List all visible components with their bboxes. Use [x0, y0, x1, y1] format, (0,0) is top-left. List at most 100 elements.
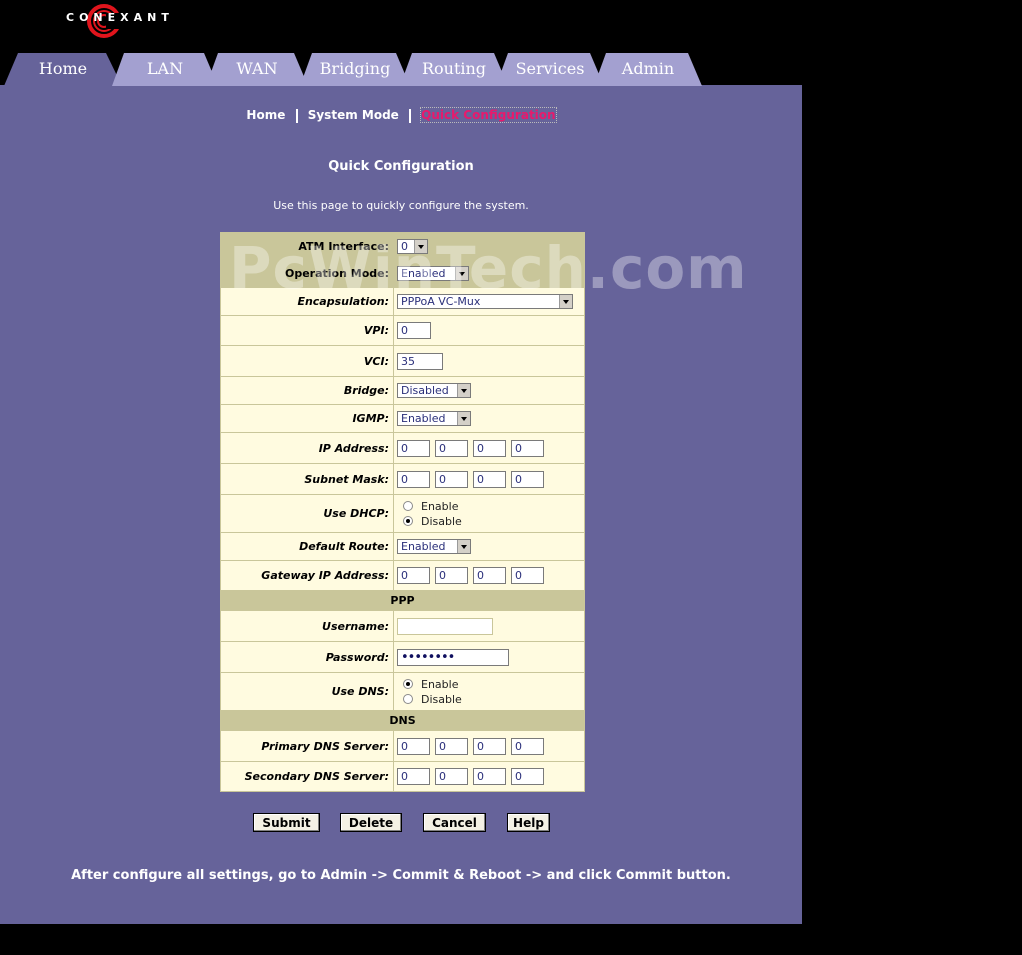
primary-dns-octet-1[interactable]: 0: [397, 737, 430, 755]
ip-address-octet-4[interactable]: 0: [511, 439, 544, 457]
submit-button[interactable]: Submit: [253, 813, 320, 832]
encapsulation-select[interactable]: PPPoA VC-Mux: [397, 294, 573, 309]
tab-admin[interactable]: Admin: [594, 53, 702, 86]
cancel-button[interactable]: Cancel: [423, 813, 486, 832]
subnet-mask-octet-4[interactable]: 0: [511, 470, 544, 488]
radio-button[interactable]: [403, 501, 413, 511]
page-title: Quick Configuration: [328, 159, 474, 174]
tab-admin-label: Admin: [621, 59, 675, 78]
atm-interface-value: 0: [401, 239, 408, 253]
username-cell: [394, 611, 584, 641]
help-button[interactable]: Help: [507, 813, 550, 832]
vci-input[interactable]: 35: [397, 352, 443, 370]
radio-button-selected[interactable]: [403, 679, 413, 689]
dns-section-header: DNS: [221, 711, 584, 731]
password-label: Password:: [221, 642, 394, 672]
vpi-input[interactable]: 0: [397, 322, 431, 339]
encapsulation-value: PPPoA VC-Mux: [401, 295, 481, 308]
chevron-down-icon: [414, 239, 427, 253]
gateway-ip-octet-3[interactable]: 0: [473, 567, 506, 584]
primary-dns-octet-2[interactable]: 0: [435, 737, 468, 755]
operation-mode-label: Operation Mode:: [221, 260, 394, 287]
row-encapsulation: Encapsulation: PPPoA VC-Mux: [221, 288, 584, 316]
row-password: Password: ••••••••: [221, 642, 584, 673]
secondary-dns-cell: 0 0 0 0: [394, 762, 584, 791]
chevron-down-icon: [455, 267, 468, 280]
use-dns-radio-group: Enable Disable: [397, 677, 462, 707]
use-dhcp-enable-option[interactable]: Enable: [397, 499, 462, 514]
chevron-down-icon: [457, 412, 470, 425]
form-buttons: Submit Delete Cancel Help: [0, 813, 802, 833]
tab-bridging[interactable]: Bridging: [300, 53, 410, 86]
secondary-dns-octet-4[interactable]: 0: [511, 768, 544, 785]
ip-address-label: IP Address:: [221, 433, 394, 463]
primary-dns-octet-3[interactable]: 0: [473, 737, 506, 755]
tab-home[interactable]: Home: [4, 53, 122, 86]
igmp-select[interactable]: Enabled: [397, 411, 471, 426]
breadcrumb-home-link[interactable]: Home: [246, 108, 285, 122]
row-vpi: VPI: 0: [221, 316, 584, 346]
use-dns-disable-label: Disable: [421, 692, 462, 706]
row-bridge: Bridge: Disabled: [221, 377, 584, 405]
breadcrumb-system-mode-link[interactable]: System Mode: [308, 108, 399, 122]
subnet-mask-octet-1[interactable]: 0: [397, 470, 430, 488]
ip-address-octet-1[interactable]: 0: [397, 439, 430, 457]
vpi-cell: 0: [394, 316, 584, 345]
default-route-label: Default Route:: [221, 533, 394, 560]
default-route-value: Enabled: [401, 540, 446, 553]
ip-address-octet-2[interactable]: 0: [435, 439, 468, 457]
igmp-cell: Enabled: [394, 405, 584, 432]
secondary-dns-label: Secondary DNS Server:: [221, 762, 394, 791]
bridge-value: Disabled: [401, 384, 449, 397]
gateway-ip-octet-2[interactable]: 0: [435, 567, 468, 584]
breadcrumb: Home System Mode Quick Configuration: [0, 107, 802, 123]
use-dns-enable-option[interactable]: Enable: [397, 677, 462, 692]
bridge-label: Bridge:: [221, 377, 394, 404]
username-input[interactable]: [397, 617, 493, 635]
row-atm-interface: ATM Interface: 0: [221, 233, 584, 260]
secondary-dns-octet-2[interactable]: 0: [435, 768, 468, 785]
tab-services[interactable]: Services: [496, 53, 604, 86]
row-default-route: Default Route: Enabled: [221, 533, 584, 561]
radio-button-selected[interactable]: [403, 516, 413, 526]
use-dhcp-cell: Enable Disable: [394, 495, 584, 532]
default-route-select[interactable]: Enabled: [397, 539, 471, 554]
subnet-mask-octet-2[interactable]: 0: [435, 470, 468, 488]
row-use-dns: Use DNS: Enable Disable: [221, 673, 584, 711]
breadcrumb-separator: [295, 108, 298, 123]
password-input[interactable]: ••••••••: [397, 648, 509, 666]
bridge-select[interactable]: Disabled: [397, 383, 471, 398]
use-dns-disable-option[interactable]: Disable: [397, 692, 462, 707]
subnet-mask-octet-3[interactable]: 0: [473, 470, 506, 488]
atm-interface-select[interactable]: 0: [397, 238, 428, 254]
use-dhcp-enable-label: Enable: [421, 499, 459, 513]
secondary-dns-octet-3[interactable]: 0: [473, 768, 506, 785]
tab-lan-label: LAN: [146, 59, 184, 78]
footnote-instructions: After configure all settings, go to Admi…: [71, 868, 731, 883]
primary-dns-octet-4[interactable]: 0: [511, 737, 544, 755]
ip-address-octet-3[interactable]: 0: [473, 439, 506, 457]
header-bar: CONEXANT: [0, 0, 1022, 50]
row-ip-address: IP Address: 0 0 0 0: [221, 433, 584, 464]
gateway-ip-octet-4[interactable]: 0: [511, 567, 544, 584]
vpi-label: VPI:: [221, 316, 394, 345]
tab-home-label: Home: [38, 59, 88, 78]
tab-routing[interactable]: Routing: [400, 53, 508, 86]
breadcrumb-current-link[interactable]: Quick Configuration: [420, 107, 557, 123]
row-secondary-dns: Secondary DNS Server: 0 0 0 0: [221, 762, 584, 791]
bridge-cell: Disabled: [394, 377, 584, 404]
tab-lan[interactable]: LAN: [112, 53, 218, 86]
secondary-dns-octet-1[interactable]: 0: [397, 768, 430, 785]
delete-button[interactable]: Delete: [340, 813, 402, 832]
quick-config-form: ATM Interface: 0 Operation Mode: Enabled…: [220, 232, 585, 792]
ip-address-cell: 0 0 0 0: [394, 433, 584, 463]
tab-wan[interactable]: WAN: [206, 53, 308, 86]
use-dhcp-disable-option[interactable]: Disable: [397, 514, 462, 529]
gateway-ip-octet-1[interactable]: 0: [397, 567, 430, 584]
vci-cell: 35: [394, 346, 584, 376]
operation-mode-select[interactable]: Enabled: [397, 266, 469, 281]
row-igmp: IGMP: Enabled: [221, 405, 584, 433]
use-dhcp-radio-group: Enable Disable: [397, 499, 462, 529]
use-dns-enable-label: Enable: [421, 677, 459, 691]
radio-button[interactable]: [403, 694, 413, 704]
